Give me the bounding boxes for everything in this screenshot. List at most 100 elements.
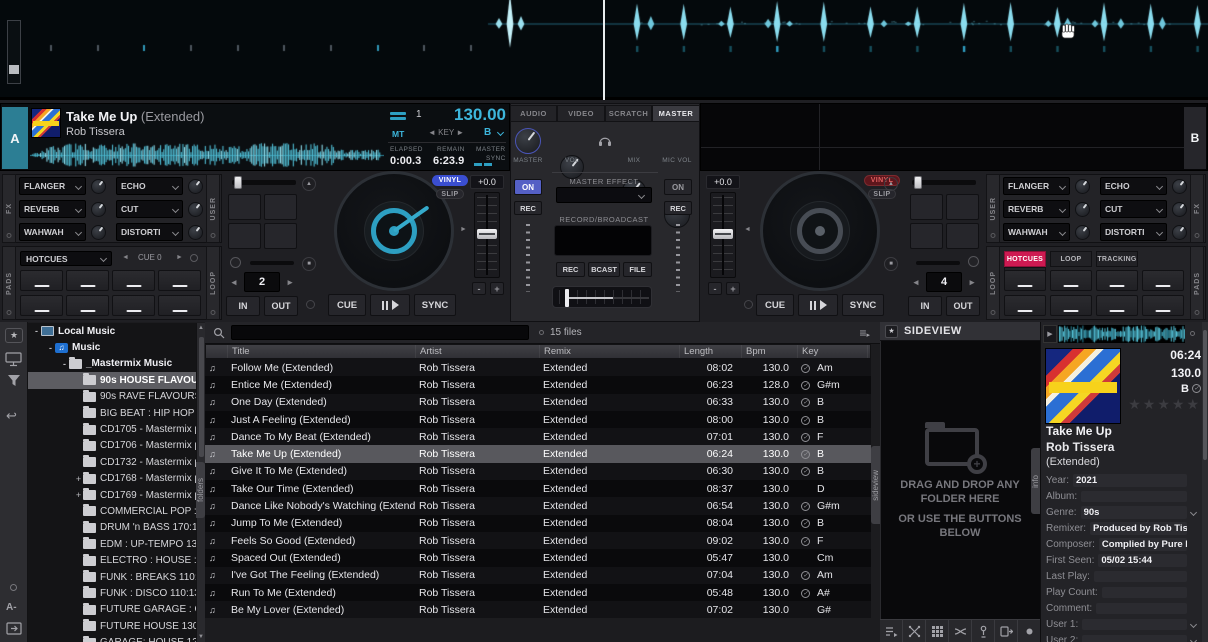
rating-stars[interactable]: ★★★★★ xyxy=(1123,396,1201,413)
deck-a-mini-slider[interactable] xyxy=(250,261,294,265)
deck-a-play-pause-button[interactable] xyxy=(370,294,410,316)
pad-7[interactable] xyxy=(112,295,155,316)
mixer-tab-video[interactable]: VIDEO xyxy=(557,105,605,122)
font-size-icon[interactable]: A- xyxy=(6,602,17,613)
mic-fader[interactable] xyxy=(676,224,680,292)
folders-tab[interactable]: folders xyxy=(196,462,205,518)
tree-item[interactable]: EDM : UP-TEMPO 130:135 BPM xyxy=(28,536,196,552)
deck-b-grid-button-2[interactable] xyxy=(946,194,979,220)
table-row[interactable]: ♫ Take Our Time (Extended) Rob Tissera E… xyxy=(205,480,871,497)
table-row[interactable]: ♫ Jump To Me (Extended) Rob Tissera Exte… xyxy=(205,515,871,532)
loop-out-button[interactable]: OUT xyxy=(946,296,980,316)
scroll-handle[interactable] xyxy=(199,337,204,457)
tree-expander[interactable]: - xyxy=(60,359,69,369)
deck-b-filter-knob[interactable] xyxy=(968,256,979,267)
deck-a-loop-size[interactable]: 2 xyxy=(244,272,280,292)
info-field-value[interactable] xyxy=(1096,603,1187,614)
info-field[interactable]: Composer: Complied by Pure Energy xyxy=(1040,536,1202,552)
fx-select[interactable]: FLANGER xyxy=(19,177,86,195)
filter-icon[interactable] xyxy=(7,374,21,388)
master-volume-knob[interactable] xyxy=(515,128,541,154)
fx-knob[interactable] xyxy=(1172,225,1187,240)
deck-b-loop-size[interactable]: 4 xyxy=(926,272,962,292)
panel-toggle-icon[interactable] xyxy=(6,622,22,635)
fx-select[interactable]: WAHWAH xyxy=(19,223,86,241)
fx-dot-button[interactable] xyxy=(1195,233,1200,238)
loop-double-button[interactable]: ▸ xyxy=(282,272,298,292)
info-field[interactable]: Comment: xyxy=(1040,600,1202,616)
cue-prev-icon[interactable]: ◄ xyxy=(122,254,129,261)
tree-item[interactable]: FUNK : BREAKS 110:125 BPM xyxy=(28,569,196,585)
pad-mode-tab[interactable]: LOOP xyxy=(1050,251,1092,267)
column-bpm[interactable]: Bpm xyxy=(742,345,798,358)
karaoke-icon[interactable] xyxy=(972,620,995,642)
deck-a-key-nav[interactable]: ◄ KEY ► xyxy=(428,128,464,137)
master-fader[interactable] xyxy=(526,224,530,292)
preview-play-button[interactable]: ▶ xyxy=(1043,325,1057,343)
pad-3[interactable] xyxy=(1096,270,1138,291)
fx-knob[interactable] xyxy=(1075,179,1090,194)
deck-a-pitch-slider[interactable] xyxy=(474,192,500,278)
favorites-icon[interactable]: ★ xyxy=(5,328,23,343)
table-row[interactable]: ♫ Be My Lover (Extended) Rob Tissera Ext… xyxy=(205,601,871,618)
deck-b-grid-button-3[interactable] xyxy=(910,223,943,249)
wave-zoom-slider[interactable] xyxy=(7,20,21,84)
fx-knob[interactable] xyxy=(188,225,203,240)
tree-item[interactable]: FUTURE GARAGE : CHILLED 1 xyxy=(28,602,196,618)
cue-add-button[interactable] xyxy=(190,254,198,262)
deck-a-key[interactable]: B xyxy=(484,127,491,138)
deck-b-sync-button[interactable]: SYNC xyxy=(842,294,884,316)
pad-8[interactable] xyxy=(1142,295,1184,316)
tree-item[interactable]: ELECTRO : HOUSE : BIG BEAT xyxy=(28,552,196,568)
fx-select[interactable]: ECHO xyxy=(1100,177,1167,195)
fx-knob[interactable] xyxy=(91,179,106,194)
loop-in-button[interactable]: IN xyxy=(226,296,260,316)
table-row[interactable]: ♫ Take Me Up (Extended) Rob Tissera Exte… xyxy=(205,445,871,462)
info-field[interactable]: User 1: xyxy=(1040,616,1202,632)
dot-button[interactable] xyxy=(10,584,17,591)
pad-5[interactable] xyxy=(1004,295,1046,316)
user-dot-button[interactable] xyxy=(211,233,216,238)
pad-mode-tab[interactable]: HOTCUES xyxy=(1004,251,1046,267)
info-field[interactable]: Play Count: xyxy=(1040,584,1202,600)
info-field[interactable]: Album: xyxy=(1040,488,1202,504)
deck-a-tiny-knob[interactable] xyxy=(306,300,315,309)
loop-dot-button[interactable] xyxy=(211,310,216,315)
pad-1[interactable] xyxy=(20,270,63,291)
tree-item[interactable]: CD1732 - Mastermix presents M xyxy=(28,454,196,470)
tree-expander[interactable]: + xyxy=(74,474,83,484)
info-field-value[interactable] xyxy=(1094,571,1187,582)
tree-item[interactable]: - Local Music xyxy=(28,323,196,339)
fx-knob[interactable] xyxy=(188,202,203,217)
fx-select[interactable]: REVERB xyxy=(1003,200,1070,218)
user-dot-button[interactable] xyxy=(991,233,996,238)
info-field-value[interactable] xyxy=(1082,619,1187,630)
deck-a-grid-button-4[interactable] xyxy=(264,223,297,249)
info-field-value[interactable]: Produced by Rob Tissera xyxy=(1090,522,1187,535)
pad-8[interactable] xyxy=(158,295,201,316)
mixer-tab-audio[interactable]: AUDIO xyxy=(510,105,557,122)
tree-item[interactable]: DRUM 'n BASS 170:175 BPM xyxy=(28,520,196,536)
deck-a-grid-button-3[interactable] xyxy=(228,223,261,249)
pad-mode-tab[interactable]: TRACKING xyxy=(1096,251,1138,267)
table-row[interactable]: ♫ Spaced Out (Extended) Rob Tissera Exte… xyxy=(205,549,871,566)
column-length[interactable]: Length xyxy=(680,345,742,358)
mic-on-button[interactable]: ON xyxy=(664,179,692,195)
deck-a-cue-button[interactable]: CUE xyxy=(328,294,366,316)
loop-in-button[interactable]: IN xyxy=(908,296,942,316)
tree-item[interactable]: + CD1768 - Mastermix presents M xyxy=(28,471,196,487)
deck-a-bpm[interactable]: 130.00 xyxy=(432,105,506,125)
fx-knob[interactable] xyxy=(1172,179,1187,194)
deck-a-filter-knob[interactable] xyxy=(230,257,241,268)
deck-a-vinyl-button[interactable]: VINYL xyxy=(432,175,468,186)
broadcast-button[interactable]: BCAST xyxy=(588,262,620,277)
deck-b-grid-button-1[interactable] xyxy=(910,194,943,220)
master-on-button[interactable]: ON xyxy=(514,179,542,195)
key-left-icon[interactable]: ◄ xyxy=(428,128,436,137)
cue-next-icon[interactable]: ► xyxy=(176,254,183,261)
deck-b-cue-button[interactable]: CUE xyxy=(756,294,794,316)
tree-item[interactable]: + CD1769 - Mastermix presents M xyxy=(28,487,196,503)
key-right-icon[interactable]: ► xyxy=(456,128,464,137)
deck-a-tab[interactable]: A xyxy=(2,107,28,169)
pad-5[interactable] xyxy=(20,295,63,316)
